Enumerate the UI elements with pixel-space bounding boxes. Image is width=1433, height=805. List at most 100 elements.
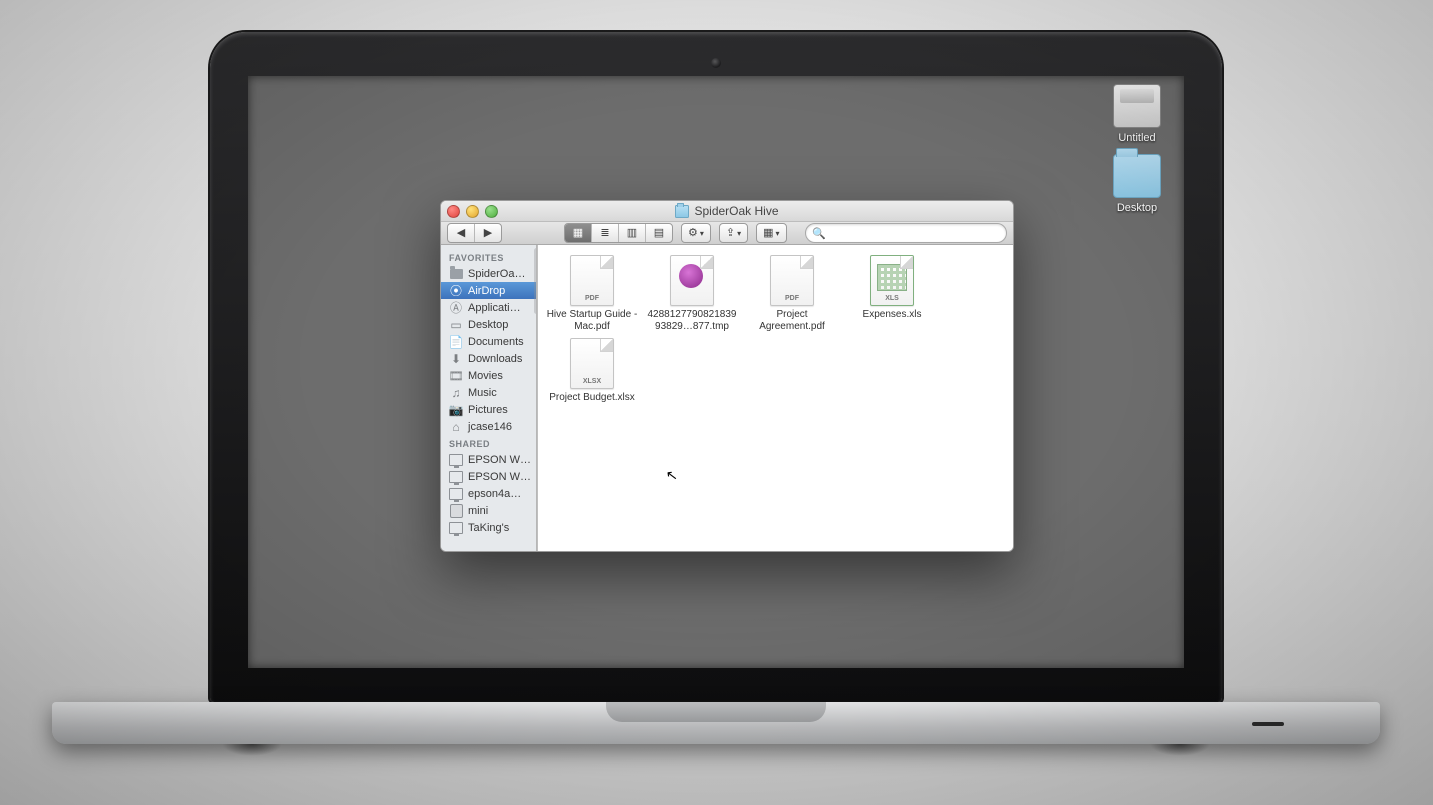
- laptop-foot: [1150, 744, 1210, 756]
- sidebar-heading-favorites: FAVORITES: [441, 249, 537, 265]
- sidebar-item-label: SpiderOa…: [468, 268, 525, 280]
- chevron-down-icon: ▾: [700, 229, 704, 238]
- sidebar-item-shared[interactable]: epson4a…: [441, 485, 537, 502]
- pictures-icon: 📷: [449, 403, 463, 417]
- desktop-icon-hd[interactable]: Untitled: [1100, 84, 1174, 144]
- zoom-button[interactable]: [485, 205, 498, 218]
- sidebar-item-desktop[interactable]: ▭ Desktop: [441, 316, 537, 333]
- sidebar-item-shared[interactable]: EPSON W…: [441, 451, 537, 468]
- close-button[interactable]: [447, 205, 460, 218]
- file-label: Project Agreement.pdf: [746, 309, 838, 332]
- file-item[interactable]: 428812779082183993829…877.tmp: [646, 255, 738, 332]
- sidebar-item-shared[interactable]: mini: [441, 502, 537, 519]
- sidebar-item-pictures[interactable]: 📷 Pictures: [441, 401, 537, 418]
- tmp-file-icon: [670, 255, 714, 306]
- view-icon-button[interactable]: ▦: [565, 224, 591, 242]
- view-cover-button[interactable]: ▤: [645, 224, 672, 242]
- applications-icon: Ⓐ: [449, 301, 463, 315]
- file-label: 428812779082183993829…877.tmp: [646, 309, 738, 332]
- file-label: Hive Startup Guide - Mac.pdf: [546, 309, 638, 332]
- sidebar-item-documents[interactable]: 📄 Documents: [441, 333, 537, 350]
- chevron-down-icon: ▾: [776, 229, 780, 238]
- sidebar-item-label: EPSON W…: [468, 471, 531, 483]
- movies-icon: 🎞: [449, 369, 463, 383]
- sidebar-item-downloads[interactable]: ⬇ Downloads: [441, 350, 537, 367]
- gear-icon: ⚙: [688, 228, 698, 239]
- columns-icon: ▥: [627, 228, 637, 239]
- sidebar-item-music[interactable]: ♫ Music: [441, 384, 537, 401]
- display-icon: [449, 453, 463, 467]
- sidebar-item-shared[interactable]: TaKing's: [441, 519, 537, 536]
- sidebar-item-airdrop[interactable]: ⦿ AirDrop: [441, 282, 537, 299]
- sidebar-item-label: Downloads: [468, 353, 522, 365]
- back-button[interactable]: ◀: [448, 224, 474, 242]
- view-column-button[interactable]: ▥: [618, 224, 645, 242]
- file-tag: XLSX: [583, 378, 601, 385]
- forward-button[interactable]: ▶: [474, 224, 501, 242]
- search-icon: 🔍: [812, 227, 826, 240]
- window-title: SpiderOak Hive: [441, 204, 1013, 218]
- file-item[interactable]: PDF Hive Startup Guide - Mac.pdf: [546, 255, 638, 332]
- desktop-icon-label: Untitled: [1100, 132, 1174, 144]
- file-label: Expenses.xls: [863, 309, 922, 321]
- minimize-button[interactable]: [466, 205, 479, 218]
- window-controls: [447, 205, 498, 218]
- sidebar-item-home[interactable]: ⌂ jcase146: [441, 418, 537, 435]
- sidebar-item-label: jcase146: [468, 421, 512, 433]
- list-icon: ≣: [600, 228, 609, 239]
- search-field[interactable]: 🔍: [805, 223, 1007, 243]
- music-icon: ♫: [449, 386, 463, 400]
- home-icon: ⌂: [449, 420, 463, 434]
- sidebar-item-label: Desktop: [468, 319, 508, 331]
- sidebar-item-label: Music: [468, 387, 497, 399]
- airdrop-icon: ⦿: [449, 284, 463, 298]
- folder-icon: [675, 205, 689, 218]
- coverflow-icon: ▤: [654, 228, 664, 239]
- pdf-file-icon: PDF: [770, 255, 814, 306]
- sidebar-item-movies[interactable]: 🎞 Movies: [441, 367, 537, 384]
- file-item[interactable]: PDF Project Agreement.pdf: [746, 255, 838, 332]
- xls-file-icon: XLS: [870, 255, 914, 306]
- sidebar-item-label: Movies: [468, 370, 503, 382]
- documents-icon: 📄: [449, 335, 463, 349]
- desktop-icon-folder[interactable]: Desktop: [1100, 154, 1174, 214]
- desktop-icon: ▭: [449, 318, 463, 332]
- finder-body: FAVORITES SpiderOa… ⦿ AirDrop Ⓐ Applicat…: [441, 245, 1013, 551]
- laptop-notch: [606, 702, 826, 722]
- view-list-button[interactable]: ≣: [591, 224, 618, 242]
- file-item[interactable]: XLSX Project Budget.xlsx: [546, 338, 638, 404]
- sidebar-item-label: TaKing's: [468, 522, 509, 534]
- grid-icon: ▦: [573, 228, 583, 239]
- display-icon: [449, 487, 463, 501]
- action-menu[interactable]: ⚙▾: [681, 223, 711, 243]
- sidebar: FAVORITES SpiderOa… ⦿ AirDrop Ⓐ Applicat…: [441, 245, 538, 551]
- arrange-menu[interactable]: ▦▾: [756, 223, 786, 243]
- file-tag: PDF: [585, 295, 599, 302]
- sidebar-item-label: AirDrop: [468, 285, 505, 297]
- folder-icon: [449, 267, 463, 281]
- sidebar-item-label: Pictures: [468, 404, 508, 416]
- cursor-icon: ↖: [665, 466, 679, 484]
- server-icon: [449, 504, 463, 518]
- share-menu[interactable]: ⇪▾: [719, 223, 748, 243]
- laptop-foot: [222, 744, 282, 756]
- file-item[interactable]: XLS Expenses.xls: [846, 255, 938, 332]
- folder-icon: [1113, 154, 1161, 198]
- sidebar-item-label: EPSON W…: [468, 454, 531, 466]
- sidebar-item-spideroak[interactable]: SpiderOa…: [441, 265, 537, 282]
- sidebar-item-shared[interactable]: EPSON W…: [441, 468, 537, 485]
- search-input[interactable]: [830, 226, 1000, 240]
- file-grid[interactable]: PDF Hive Startup Guide - Mac.pdf 4288127…: [538, 245, 1013, 551]
- sidebar-item-applications[interactable]: Ⓐ Applicati…: [441, 299, 537, 316]
- sidebar-item-label: epson4a…: [468, 488, 521, 500]
- view-switcher: ▦ ≣ ▥ ▤: [564, 223, 673, 243]
- chevron-down-icon: ▾: [737, 229, 741, 238]
- chevron-right-icon: ▶: [484, 228, 492, 239]
- titlebar[interactable]: SpiderOak Hive: [441, 201, 1013, 222]
- toolbar: ◀ ▶ ▦ ≣ ▥ ▤ ⚙▾ ⇪▾ ▦▾ 🔍: [441, 222, 1013, 245]
- camera-icon: [711, 58, 721, 68]
- downloads-icon: ⬇: [449, 352, 463, 366]
- sidebar-item-label: Documents: [468, 336, 524, 348]
- sidebar-heading-shared: SHARED: [441, 435, 537, 451]
- file-label: Project Budget.xlsx: [549, 392, 635, 404]
